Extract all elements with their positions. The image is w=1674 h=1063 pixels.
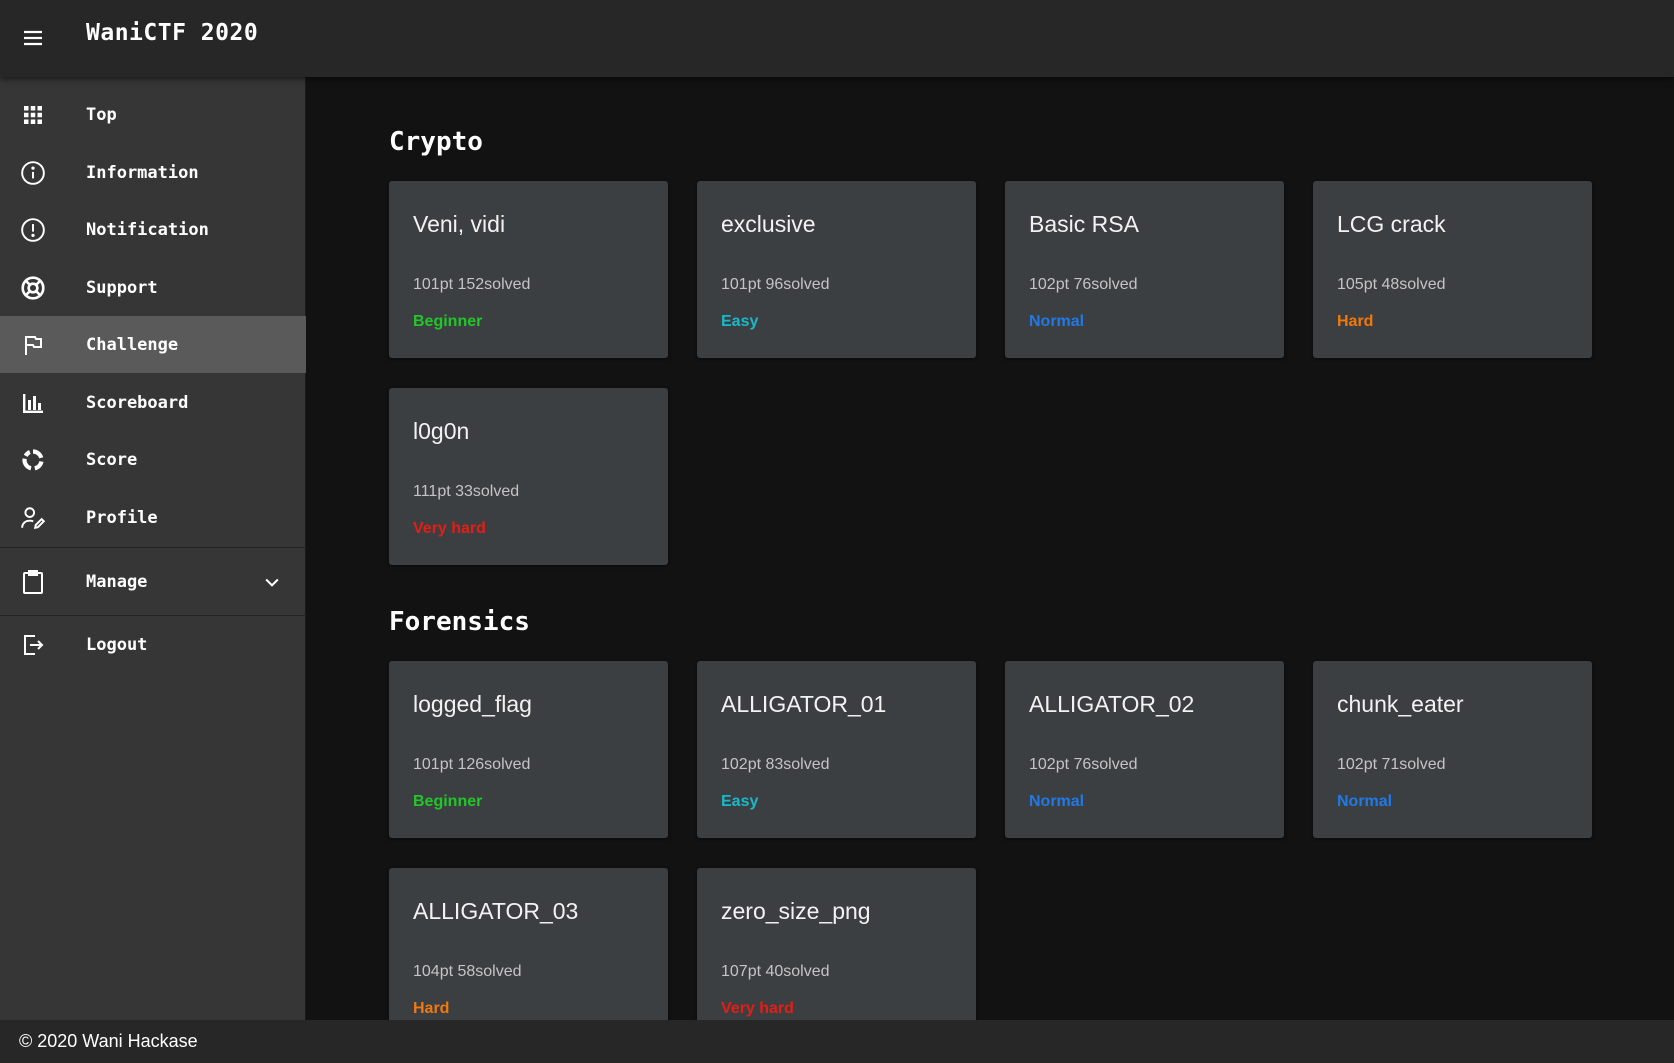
challenge-name: chunk_eater — [1337, 691, 1464, 717]
sidebar-item-top[interactable]: Top — [0, 86, 306, 143]
sidebar-item-label: Notification — [86, 219, 209, 240]
challenge-list: Crypto Veni, vidi 101pt 152solved Beginn… — [307, 77, 1674, 1020]
sidebar-item-manage[interactable]: Manage — [0, 553, 306, 610]
grid-icon — [20, 102, 46, 128]
clipboard-icon — [20, 569, 46, 595]
challenge-card[interactable]: chunk_eater 102pt 71solved Normal — [1313, 661, 1592, 838]
sidebar-item-support[interactable]: Support — [0, 259, 306, 316]
challenge-name: ALLIGATOR_01 — [721, 691, 887, 717]
difficulty-badge: Beginner — [413, 793, 483, 810]
challenge-stats: 107pt 40solved — [721, 963, 830, 980]
sidebar-item-label: Profile — [86, 507, 158, 528]
lifebuoy-icon — [20, 275, 46, 301]
challenge-name: zero_size_png — [721, 898, 871, 924]
challenge-name: Veni, vidi — [413, 211, 506, 237]
sidebar-item-label: Information — [86, 162, 199, 183]
app-title: WaniCTF 2020 — [86, 20, 259, 46]
challenge-card[interactable]: ALLIGATOR_03 104pt 58solved Hard — [389, 868, 668, 1020]
donut-chart-icon — [20, 447, 46, 473]
sidebar-item-profile[interactable]: Profile — [0, 489, 306, 546]
difficulty-badge: Hard — [1337, 313, 1374, 330]
sidebar-item-label: Scoreboard — [86, 392, 189, 413]
sidebar: Top Information Notification Support Cha… — [0, 77, 306, 1020]
challenge-stats: 104pt 58solved — [413, 963, 522, 980]
difficulty-badge: Very hard — [413, 520, 486, 537]
challenge-name: LCG crack — [1337, 211, 1446, 237]
challenge-card[interactable]: ALLIGATOR_01 102pt 83solved Easy — [697, 661, 976, 838]
sidebar-item-label: Manage — [86, 571, 148, 592]
challenge-stats: 102pt 76solved — [1029, 756, 1138, 773]
challenge-card[interactable]: exclusive 101pt 96solved Easy — [697, 181, 976, 358]
user-edit-icon — [20, 505, 46, 531]
difficulty-badge: Very hard — [721, 1000, 794, 1017]
sidebar-item-label: Challenge — [86, 334, 179, 355]
challenge-stats: 111pt 33solved — [413, 483, 520, 500]
challenge-name: ALLIGATOR_03 — [413, 898, 579, 924]
challenge-stats: 101pt 126solved — [413, 756, 531, 773]
sidebar-item-label: Top — [86, 104, 117, 125]
difficulty-badge: Easy — [721, 313, 759, 330]
challenge-card[interactable]: ALLIGATOR_02 102pt 76solved Normal — [1005, 661, 1284, 838]
difficulty-badge: Normal — [1029, 793, 1085, 810]
challenge-name: exclusive — [721, 211, 816, 237]
sidebar-item-label: Support — [86, 277, 158, 298]
challenge-stats: 105pt 48solved — [1337, 276, 1446, 293]
challenge-card[interactable]: LCG crack 105pt 48solved Hard — [1313, 181, 1592, 358]
challenge-name: Basic RSA — [1029, 211, 1139, 237]
challenge-card[interactable]: zero_size_png 107pt 40solved Very hard — [697, 868, 976, 1020]
sidebar-item-information[interactable]: Information — [0, 144, 306, 201]
challenge-stats: 102pt 83solved — [721, 756, 830, 773]
copyright-text: © 2020 Wani Hackase — [19, 1031, 198, 1051]
app-bar: WaniCTF 2020 — [0, 0, 1674, 77]
difficulty-badge: Normal — [1029, 313, 1085, 330]
challenge-card[interactable]: logged_flag 101pt 126solved Beginner — [389, 661, 668, 838]
difficulty-badge: Easy — [721, 793, 759, 810]
difficulty-badge: Normal — [1337, 793, 1393, 810]
bar-chart-icon — [20, 390, 46, 416]
challenge-name: ALLIGATOR_02 — [1029, 691, 1195, 717]
footer: © 2020 Wani Hackase — [0, 1020, 1674, 1063]
menu-icon — [24, 30, 42, 46]
challenge-stats: 102pt 71solved — [1337, 756, 1446, 773]
sidebar-item-challenge[interactable]: Challenge — [0, 316, 306, 373]
chevron-down-icon[interactable] — [262, 572, 282, 592]
info-icon — [20, 160, 46, 186]
section-title-crypto: Crypto — [389, 127, 483, 157]
section-title-forensics: Forensics — [389, 607, 530, 637]
challenge-card[interactable]: Basic RSA 102pt 76solved Normal — [1005, 181, 1284, 358]
challenge-stats: 101pt 96solved — [721, 276, 830, 293]
difficulty-badge: Beginner — [413, 313, 483, 330]
sidebar-item-notification[interactable]: Notification — [0, 201, 306, 258]
challenge-card[interactable]: l0g0n 111pt 33solved Very hard — [389, 388, 668, 565]
sidebar-item-logout[interactable]: Logout — [0, 616, 306, 673]
challenge-name: logged_flag — [413, 691, 532, 717]
flag-icon — [20, 332, 46, 358]
challenge-name: l0g0n — [413, 418, 470, 444]
sidebar-item-label: Logout — [86, 634, 148, 655]
sidebar-divider — [0, 547, 306, 548]
sidebar-item-label: Score — [86, 449, 138, 470]
difficulty-badge: Hard — [413, 1000, 450, 1017]
alert-circle-icon — [20, 217, 46, 243]
challenge-stats: 101pt 152solved — [413, 276, 531, 293]
challenge-stats: 102pt 76solved — [1029, 276, 1138, 293]
menu-button[interactable] — [13, 14, 53, 62]
challenge-card[interactable]: Veni, vidi 101pt 152solved Beginner — [389, 181, 668, 358]
logout-icon — [20, 632, 46, 658]
sidebar-item-score[interactable]: Score — [0, 431, 306, 488]
sidebar-item-scoreboard[interactable]: Scoreboard — [0, 374, 306, 431]
